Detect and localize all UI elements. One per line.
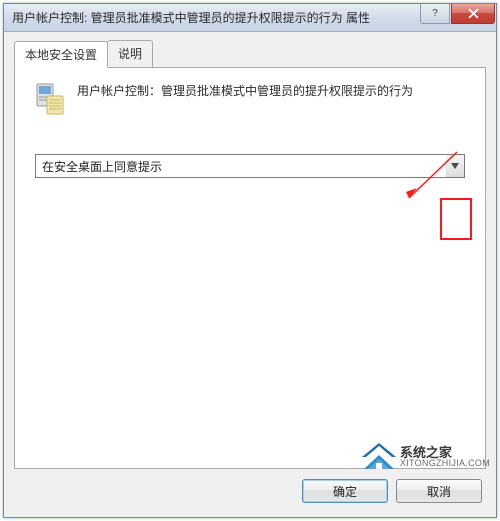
annotation-highlight-box <box>440 198 472 240</box>
ok-button[interactable]: 确定 <box>302 479 388 503</box>
tab-strip: 本地安全设置 说明 <box>14 40 486 67</box>
titlebar: 用户帐户控制: 管理员批准模式中管理员的提升权限提示的行为 属性 ? <box>4 4 496 32</box>
tabs-container: 本地安全设置 说明 <box>14 40 486 469</box>
properties-dialog: 用户帐户控制: 管理员批准模式中管理员的提升权限提示的行为 属性 ? 本地安全设… <box>3 3 497 518</box>
elevation-behavior-dropdown[interactable]: 在安全桌面上同意提示 <box>35 154 465 178</box>
watermark: 系统之家 XITONGZHIJIA.COM <box>362 443 490 471</box>
close-icon <box>468 8 479 19</box>
policy-description: 用户帐户控制：管理员批准模式中管理员的提升权限提示的行为 <box>77 82 413 116</box>
cancel-button[interactable]: 取消 <box>396 479 482 503</box>
tab-panel: 用户帐户控制：管理员批准模式中管理员的提升权限提示的行为 在安全桌面上同意提示 <box>14 67 486 469</box>
policy-header: 用户帐户控制：管理员批准模式中管理员的提升权限提示的行为 <box>33 82 467 116</box>
titlebar-buttons: ? <box>420 4 496 31</box>
close-button[interactable] <box>451 4 495 24</box>
watermark-url: XITONGZHIJIA.COM <box>400 459 490 468</box>
dropdown-button[interactable] <box>446 155 464 177</box>
dropdown-container: 在安全桌面上同意提示 <box>33 154 467 178</box>
watermark-icon <box>362 443 396 471</box>
dropdown-value: 在安全桌面上同意提示 <box>42 158 162 175</box>
dialog-buttons: 确定 取消 <box>14 469 486 507</box>
tab-explain[interactable]: 说明 <box>107 40 153 67</box>
tab-local-security[interactable]: 本地安全设置 <box>14 41 108 68</box>
chevron-down-icon <box>451 163 459 169</box>
watermark-text: 系统之家 XITONGZHIJIA.COM <box>400 446 490 468</box>
window-title: 用户帐户控制: 管理员批准模式中管理员的提升权限提示的行为 属性 <box>12 9 420 26</box>
help-button[interactable]: ? <box>420 4 450 24</box>
policy-icon <box>33 82 67 116</box>
